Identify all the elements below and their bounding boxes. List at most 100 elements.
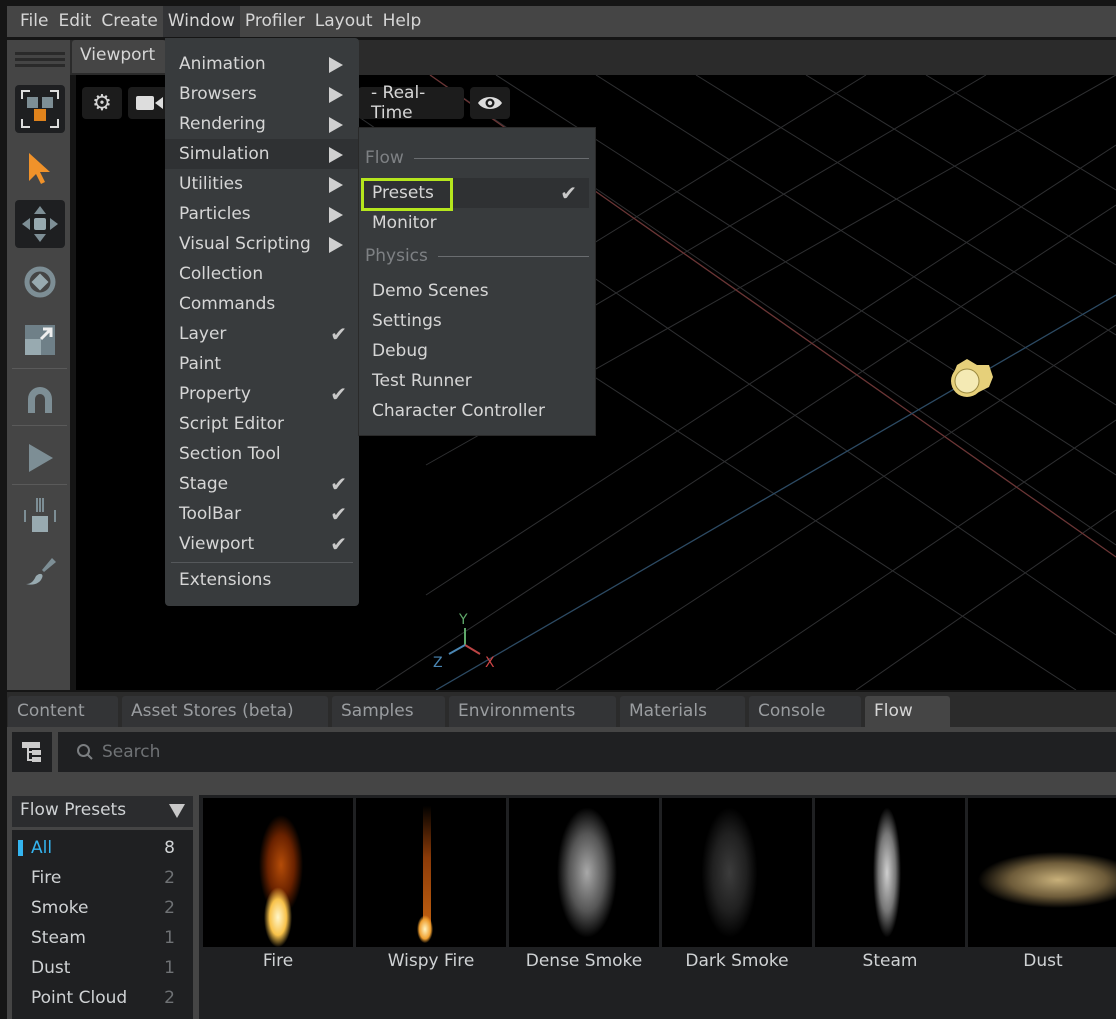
rotate-tool-button[interactable] [15,258,65,306]
viewport-settings-button[interactable]: ⚙ [82,87,122,119]
menu-layout[interactable]: Layout [310,6,378,37]
tab-content[interactable]: Content [8,696,118,727]
preset-thumbnail-fire[interactable] [203,798,353,947]
hierarchy-icon [22,742,41,762]
menu-profiler[interactable]: Profiler [240,6,310,37]
preset-preview-image [662,798,812,947]
drag-handle[interactable] [15,52,65,55]
search-field[interactable] [58,732,1116,772]
play-button[interactable] [15,434,65,482]
submenu-arrow-icon [329,207,343,223]
preset-thumbnail-dark-smoke[interactable] [662,798,812,947]
category-steam[interactable]: Steam 1 [12,923,193,953]
menu-item-toolbar[interactable]: ToolBar ✔ [165,499,359,529]
search-input[interactable] [102,740,1002,764]
category-dust[interactable]: Dust 1 [12,953,193,983]
menu-item-label: Section Tool [179,444,281,464]
category-all[interactable]: All 8 [12,833,193,863]
select-mode-button[interactable] [15,85,65,133]
menu-item-settings[interactable]: Settings [359,306,595,336]
preset-thumbnail-steam[interactable] [815,798,965,947]
category-smoke[interactable]: Smoke 2 [12,893,193,923]
submenu-arrow-icon [329,117,343,133]
tab-asset-stores-beta[interactable]: Asset Stores (beta) [122,696,328,727]
menu-item-viewport[interactable]: Viewport ✔ [165,529,359,559]
scale-tool-button[interactable] [15,316,65,364]
preset-preview-image [356,798,506,947]
tree-view-button[interactable] [12,732,52,772]
menu-item-commands[interactable]: Commands [165,289,359,319]
tab-console[interactable]: Console [749,696,861,727]
menu-item-character-controller[interactable]: Character Controller [359,396,595,426]
menu-create[interactable]: Create [96,6,163,37]
category-point-cloud[interactable]: Point Cloud 2 [12,983,193,1013]
menu-divider [171,562,353,563]
visibility-button[interactable] [470,87,510,119]
menu-help[interactable]: Help [378,6,427,37]
camera-icon [136,96,163,110]
submenu-arrow-icon [329,147,343,163]
menu-item-property[interactable]: Property ✔ [165,379,359,409]
menu-item-particles[interactable]: Particles [165,199,359,229]
menu-item-animation[interactable]: Animation [165,49,359,79]
tab-flow[interactable]: Flow [865,696,950,727]
tab-materials[interactable]: Materials [620,696,745,727]
check-icon: ✔ [330,472,347,496]
menu-file[interactable]: File [15,6,53,37]
menu-item-simulation[interactable]: Simulation [165,139,359,169]
magnet-icon [28,387,52,413]
category-count: 2 [164,988,175,1008]
rotate-icon [24,266,56,298]
cursor-arrow-icon [29,153,50,184]
menu-item-visual-scripting[interactable]: Visual Scripting [165,229,359,259]
menu-item-collection[interactable]: Collection [165,259,359,289]
axis-y-label: Y [458,612,468,628]
check-icon: ✔ [330,322,347,346]
snap-button[interactable] [15,376,65,424]
paint-tool-button[interactable] [15,548,65,596]
menu-item-browsers[interactable]: Browsers [165,79,359,109]
camera-button[interactable] [128,87,168,119]
axis-z-label: Z [433,655,443,671]
menu-item-presets[interactable]: Presets ✔ [361,178,589,211]
menu-window[interactable]: Window [162,6,240,37]
search-icon [77,744,93,760]
menu-item-test-runner[interactable]: Test Runner [359,366,595,396]
category-fire[interactable]: Fire 2 [12,863,193,893]
tab-viewport[interactable]: Viewport [72,40,166,73]
preset-preview-image [509,798,659,947]
menu-item-section-tool[interactable]: Section Tool [165,439,359,469]
drop-to-ground-button[interactable] [15,492,65,540]
menu-item-layer[interactable]: Layer ✔ [165,319,359,349]
select-tool-button[interactable] [15,145,65,193]
flow-presets-dropdown[interactable]: Flow Presets [12,796,193,827]
menu-item-rendering[interactable]: Rendering [165,109,359,139]
menu-item-label: Property [179,384,251,404]
menu-item-label: Utilities [179,174,243,194]
category-count: 1 [164,958,175,978]
move-tool-button[interactable] [15,200,65,248]
scale-icon [25,325,55,355]
menu-edit[interactable]: Edit [53,6,96,37]
category-label: Dust [31,958,71,978]
preset-thumbnail-dense-smoke[interactable] [509,798,659,947]
menu-item-utilities[interactable]: Utilities [165,169,359,199]
preset-thumbnail-dust[interactable] [968,798,1116,947]
menu-item-label: Simulation [179,144,270,164]
tab-environments[interactable]: Environments [449,696,616,727]
preset-label: Wispy Fire [387,951,475,971]
menu-item-stage[interactable]: Stage ✔ [165,469,359,499]
menu-item-script-editor[interactable]: Script Editor [165,409,359,439]
tab-samples[interactable]: Samples [332,696,445,727]
preset-thumbnail-wispy-fire[interactable] [356,798,506,947]
category-count: 1 [164,928,175,948]
drop-cube-icon [24,498,56,532]
menu-item-paint[interactable]: Paint [165,349,359,379]
menu-item-label: Stage [179,474,229,494]
menu-item-demo-scenes[interactable]: Demo Scenes [359,276,595,306]
menu-item-debug[interactable]: Debug [359,336,595,366]
menu-item-label: Paint [179,354,222,374]
menu-item-extensions[interactable]: Extensions [165,565,359,595]
render-mode-button[interactable]: - Real-Time [358,83,464,123]
menu-item-monitor[interactable]: Monitor [359,208,595,238]
